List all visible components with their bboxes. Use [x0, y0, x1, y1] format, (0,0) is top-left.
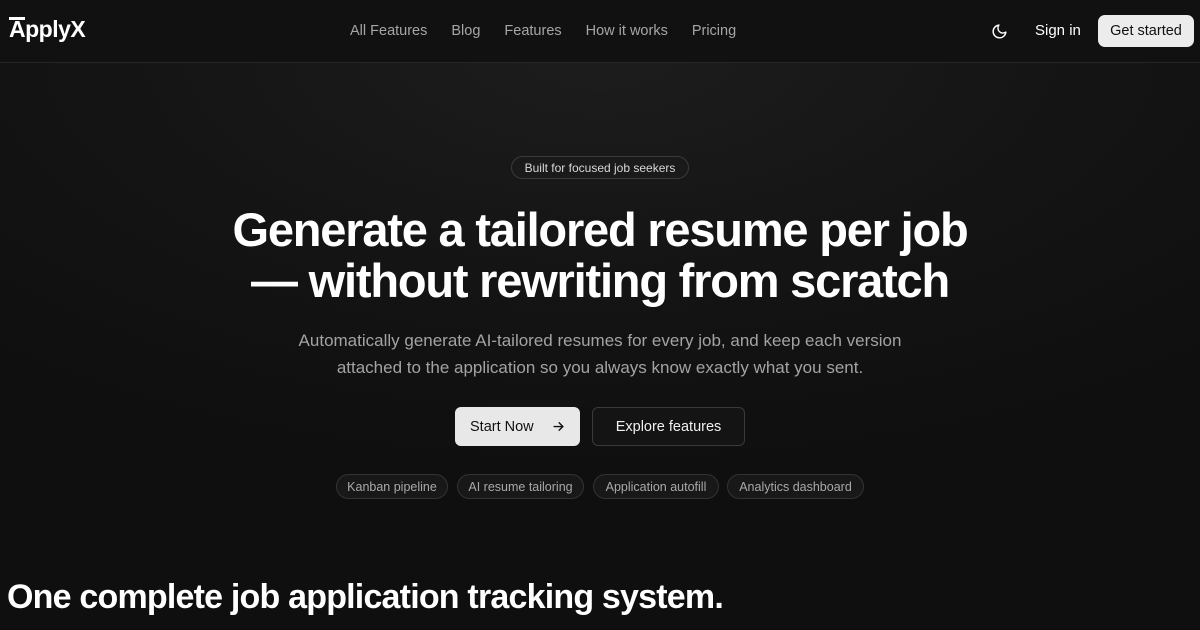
chip-ai-resume-tailoring: AI resume tailoring: [457, 474, 584, 499]
site-header: ApplyX All Features Blog Features How it…: [0, 0, 1200, 63]
hero-headline: Generate a tailored resume per job — wit…: [150, 204, 1050, 306]
subtext-line-1: Automatically generate AI-tailored resum…: [298, 331, 902, 350]
chip-analytics-dashboard: Analytics dashboard: [727, 474, 864, 499]
moon-icon: [992, 23, 1007, 38]
sign-in-link[interactable]: Sign in: [1035, 22, 1081, 40]
nav-all-features[interactable]: All Features: [350, 22, 427, 40]
headline-line-2: — without rewriting from scratch: [251, 254, 950, 307]
chip-kanban-pipeline: Kanban pipeline: [336, 474, 448, 499]
chip-application-autofill: Application autofill: [593, 474, 719, 499]
headline-line-1: Generate a tailored resume per job: [232, 203, 969, 256]
theme-toggle-button[interactable]: [988, 20, 1010, 42]
logo-text: ApplyX: [9, 16, 86, 42]
subtext-line-2: attached to the application so you alway…: [336, 358, 864, 377]
section-title: One complete job application tracking sy…: [7, 578, 724, 616]
get-started-button[interactable]: Get started: [1098, 15, 1194, 47]
nav-how-it-works[interactable]: How it works: [586, 22, 668, 40]
start-now-label: Start Now: [470, 418, 534, 435]
main-nav: All Features Blog Features How it works …: [350, 22, 736, 40]
explore-features-button[interactable]: Explore features: [592, 407, 745, 446]
nav-pricing[interactable]: Pricing: [692, 22, 736, 40]
nav-features[interactable]: Features: [504, 22, 561, 40]
start-now-button[interactable]: Start Now: [455, 407, 580, 446]
hero-subtext: Automatically generate AI-tailored resum…: [220, 327, 980, 381]
landing-page: ApplyX All Features Blog Features How it…: [0, 0, 1200, 630]
arrow-right-icon: [553, 422, 564, 431]
logo[interactable]: ApplyX: [9, 14, 86, 44]
hero-badge: Built for focused job seekers: [511, 156, 689, 179]
nav-blog[interactable]: Blog: [451, 22, 480, 40]
